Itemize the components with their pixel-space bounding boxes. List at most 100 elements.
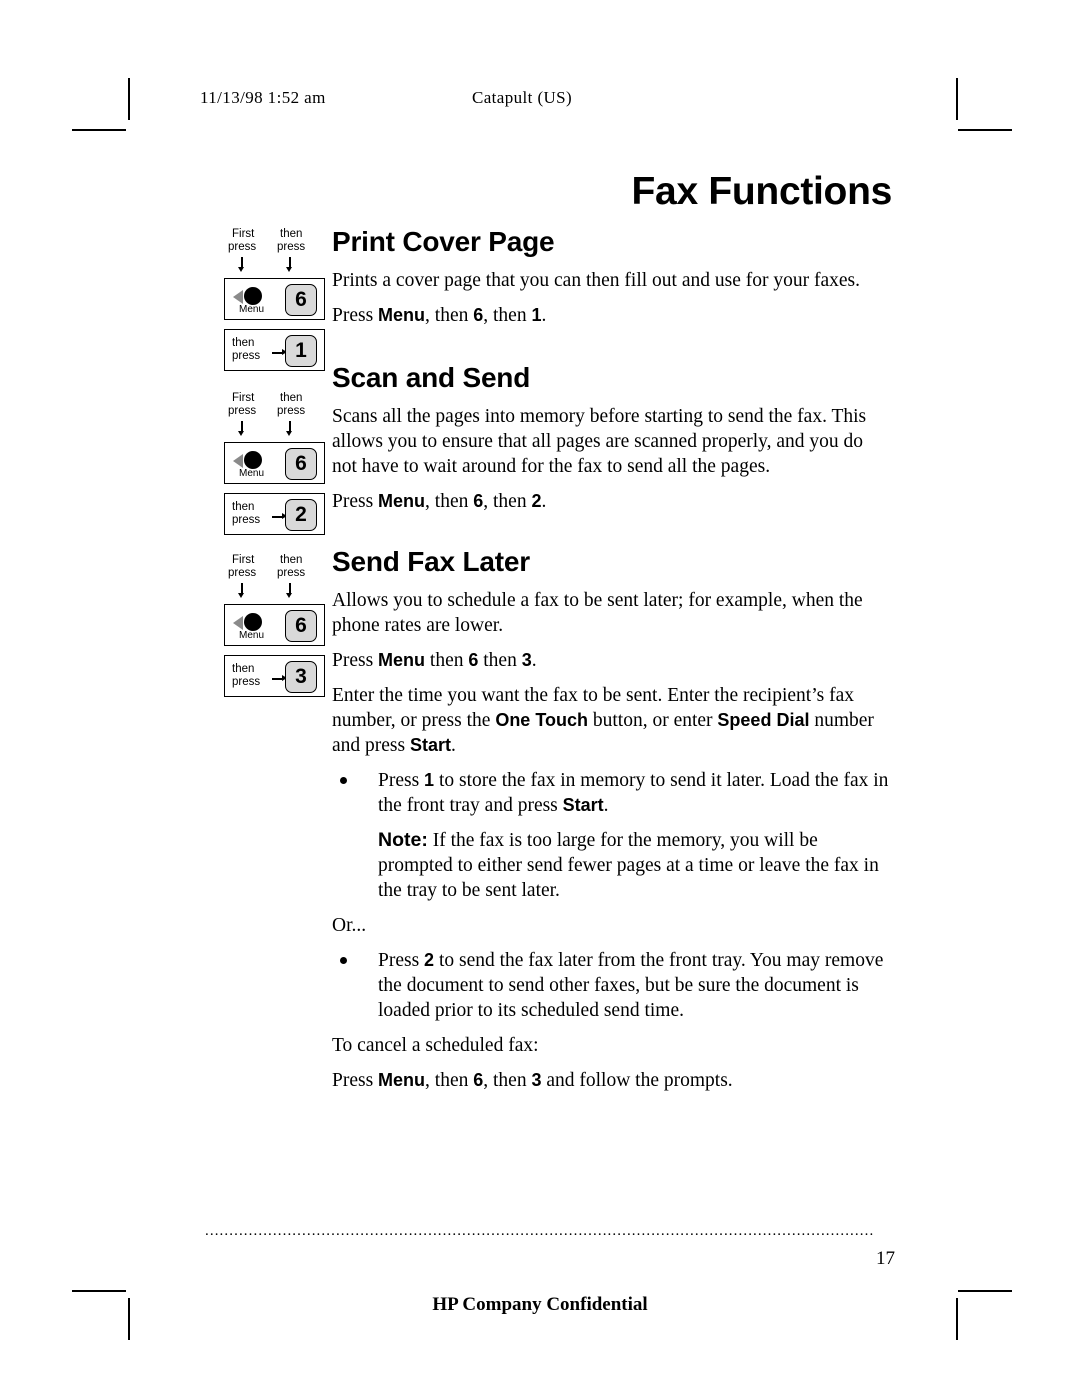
speed-dial-keyword: Speed Dial [717, 710, 810, 730]
press-line-scan-and-send: Press Menu, then 6, then 2. [332, 489, 892, 514]
bullet1-pre: Press [378, 770, 425, 791]
bullet-item-press-2: Press 2 to send the fax later from the f… [332, 948, 892, 1023]
running-head-document: Catapult (US) [472, 88, 573, 107]
cancel-intro: To cancel a scheduled fax: [332, 1035, 539, 1056]
label-first: First [232, 554, 255, 566]
label-then: then [280, 228, 303, 240]
press-mid2: , then [483, 491, 532, 512]
crop-mark-top-left [128, 78, 130, 120]
cancel-end: and follow the prompts. [541, 1070, 733, 1091]
then-label: then [232, 501, 255, 513]
press-mid: then [425, 650, 469, 671]
section-body-send-fax-later: Allows you to schedule a fax to be sent … [332, 590, 863, 636]
label-press-2: press [277, 567, 306, 579]
menu-key-label: Menu [239, 630, 265, 641]
instructions-part-2: button, or enter [587, 710, 718, 731]
triangle-left-icon [233, 616, 243, 630]
one-touch-keyword: One Touch [495, 710, 588, 730]
section-body-scan-and-send: Scans all the pages into memory before s… [332, 406, 867, 477]
note-body: If the fax is too large for the memory, … [378, 830, 879, 901]
bullet2-pre: Press [378, 950, 425, 971]
numeric-key-6: 6 [285, 283, 317, 316]
arrow-right-icon [272, 513, 287, 519]
then-press-label: then press [232, 663, 260, 689]
bullet2-end: to send the fax later from the front tra… [378, 950, 884, 1021]
crop-mark-top-right [956, 78, 958, 120]
send-fax-later-instructions: Enter the time you want the fax to be se… [332, 683, 892, 758]
arrow-right-icon [272, 675, 287, 681]
key-row-menu-6: Menu 6 [224, 278, 325, 320]
key-keyword-6: 6 [473, 491, 484, 511]
start-keyword: Start [562, 795, 604, 815]
key-row-then-3: then press 3 [224, 655, 325, 697]
label-press: press [228, 567, 257, 579]
arrow-down-icon [286, 257, 292, 272]
menu-keyword: Menu [378, 491, 426, 511]
press-label: press [232, 514, 261, 526]
press-pre: Press [332, 491, 379, 512]
numeric-key-6: 6 [285, 447, 317, 480]
instructions-part-4: . [451, 735, 456, 756]
crop-mark-left-top [72, 129, 126, 131]
press-mid2: , then [483, 305, 532, 326]
main-content: Fax Functions Print Cover Page Prints a … [332, 170, 892, 1103]
menu-button-icon: Menu [233, 611, 279, 641]
page-title: Fax Functions [631, 170, 893, 213]
key-keyword-6: 6 [473, 1070, 484, 1090]
label-then: then [280, 554, 303, 566]
menu-button-icon: Menu [233, 285, 279, 315]
menu-key-label: Menu [239, 468, 265, 479]
numeric-key-1: 1 [285, 334, 317, 367]
press-label: press [232, 676, 261, 688]
label-press-2: press [277, 405, 306, 417]
label-first: First [232, 228, 255, 240]
press-line-send-fax-later: Press Menu then 6 then 3. [332, 648, 892, 673]
cancel-mid: , then [425, 1070, 474, 1091]
press-end: . [531, 650, 537, 671]
then-label: then [232, 337, 255, 349]
crop-mark-left-bottom [72, 1290, 126, 1292]
key-row-then-2: then press 2 [224, 493, 325, 535]
press-pre: Press [332, 650, 379, 671]
running-head-date: 11/13/98 1:52 am [200, 88, 326, 107]
note-text-paragraph: Note: If the fax is too large for the me… [378, 828, 892, 903]
key-keyword-2: 2 [424, 950, 435, 970]
bullet-text: Press 2 to send the fax later from the f… [378, 948, 892, 1023]
menu-dot-icon [244, 451, 262, 469]
arrow-down-icon [238, 421, 244, 436]
numeric-key-2: 2 [285, 498, 317, 531]
triangle-left-icon [233, 290, 243, 304]
section-heading-scan-and-send: Scan and Send [332, 362, 531, 393]
key-row-then-1: then press 1 [224, 329, 325, 371]
bullet1-mid: to store the fax in memory to send it la… [378, 770, 889, 816]
press-line-print-cover-page: Press Menu, then 6, then 1. [332, 303, 892, 328]
press-pre: Press [332, 305, 379, 326]
press-mid: , then [425, 491, 474, 512]
section-heading-send-fax-later: Send Fax Later [332, 546, 530, 577]
key-keyword-6: 6 [473, 305, 484, 325]
menu-key-label: Menu [239, 304, 265, 315]
section-heading-print-cover-page: Print Cover Page [332, 226, 555, 257]
numeric-key-3: 3 [285, 660, 317, 693]
start-keyword: Start [409, 735, 451, 755]
label-press: press [228, 241, 257, 253]
arrow-down-icon [286, 421, 292, 436]
key-keyword-3: 3 [531, 1070, 542, 1090]
then-press-label: then press [232, 337, 260, 363]
press-label: press [232, 350, 261, 362]
press-end: . [541, 491, 547, 512]
menu-button-icon: Menu [233, 449, 279, 479]
key-keyword-2: 2 [531, 491, 542, 511]
press-mid: , then [425, 305, 474, 326]
crop-mark-right-bottom [958, 1290, 1012, 1292]
cancel-mid2: , then [483, 1070, 532, 1091]
footer-confidential-notice: HP Company Confidential [432, 1294, 648, 1315]
label-first: First [232, 392, 255, 404]
note-label: Note: [378, 829, 428, 851]
key-keyword-3: 3 [521, 650, 532, 670]
note-block: Note: If the fax is too large for the me… [332, 828, 892, 903]
press-mid2: then [478, 650, 522, 671]
key-keyword-1: 1 [531, 305, 542, 325]
triangle-left-icon [233, 454, 243, 468]
arrow-down-icon [238, 257, 244, 272]
